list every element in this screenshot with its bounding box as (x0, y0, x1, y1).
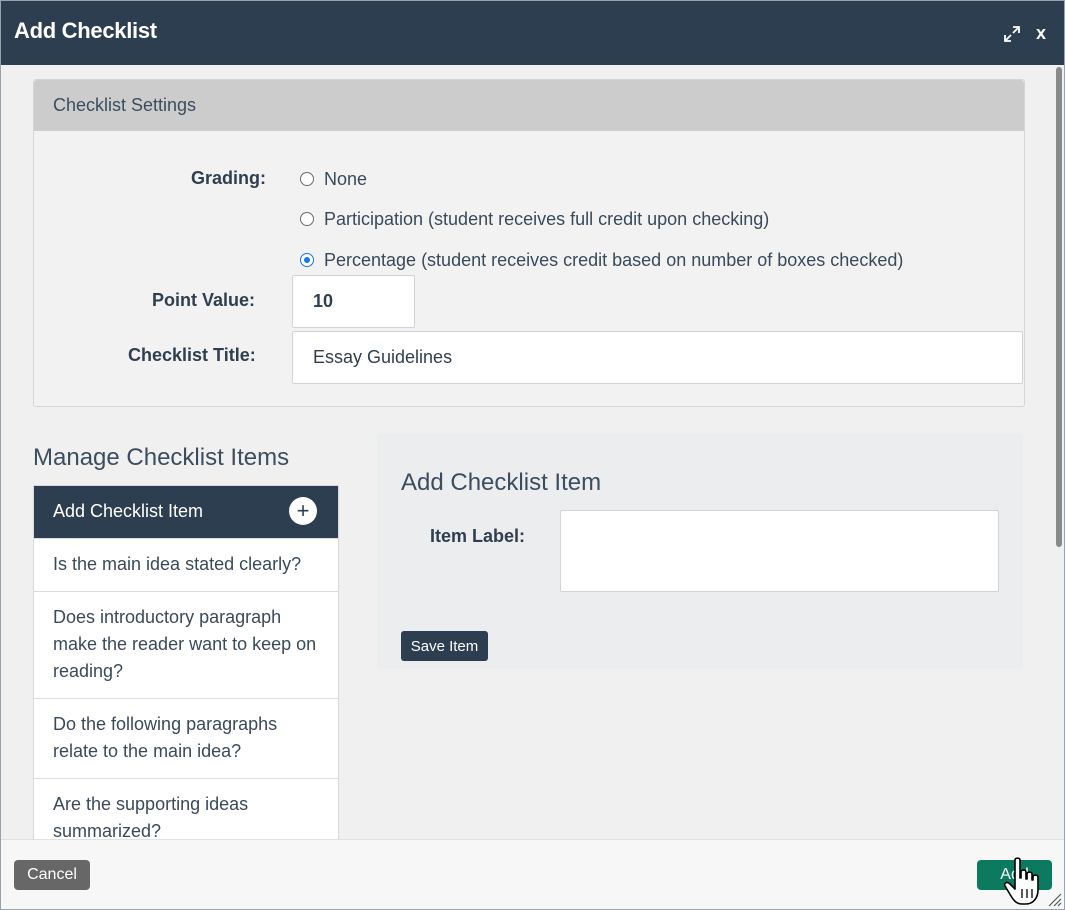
grading-option-label: Participation (student receives full cre… (324, 208, 770, 229)
add-checklist-dialog: Add Checklist x Checklist Settings Gradi… (0, 0, 1065, 910)
add-checklist-item-header-label: Add Checklist Item (53, 501, 204, 521)
cancel-button[interactable]: Cancel (14, 860, 90, 890)
expand-icon[interactable] (1003, 25, 1021, 43)
hand-cursor-icon (1003, 857, 1039, 905)
resize-handle-icon[interactable] (1046, 891, 1062, 907)
checklist-title-text: Essay Guidelines (313, 347, 453, 367)
grading-label: Grading: (191, 168, 266, 188)
dialog-footer: Cancel Add (1, 839, 1064, 909)
save-item-button[interactable]: Save Item (401, 631, 488, 661)
radio-participation[interactable] (300, 212, 314, 226)
checklist-title-input[interactable]: Essay Guidelines (292, 331, 1023, 384)
grading-option-percentage[interactable]: Percentage (student receives credit base… (300, 248, 903, 272)
list-item[interactable]: Does introductory paragraph make the rea… (34, 591, 338, 698)
add-item-panel: Add Checklist Item Item Label: Save Item (377, 433, 1023, 669)
settings-header: Checklist Settings (34, 80, 1024, 131)
add-item-plus-button[interactable]: + (289, 497, 317, 525)
settings-header-title: Checklist Settings (53, 95, 197, 115)
list-item[interactable]: Do the following paragraphs relate to th… (34, 698, 338, 778)
dialog-titlebar: Add Checklist x (1, 1, 1064, 65)
grading-option-label: None (324, 168, 368, 189)
checklist-settings-panel: Checklist Settings Grading: None Partici… (33, 79, 1025, 407)
scrollbar[interactable] (1053, 65, 1064, 839)
grading-option-label: Percentage (student receives credit base… (324, 249, 904, 270)
item-label-input[interactable] (560, 510, 999, 592)
point-value-label: Point Value: (152, 290, 256, 310)
close-icon[interactable]: x (1036, 23, 1046, 44)
point-value-text: 10 (313, 291, 334, 311)
item-label-label: Item Label: (430, 526, 526, 546)
checklist-title-label: Checklist Title: (128, 345, 256, 365)
add-item-heading: Add Checklist Item (401, 469, 602, 496)
list-item[interactable]: Is the main idea stated clearly? (34, 538, 338, 591)
manage-items-title: Manage Checklist Items (33, 444, 290, 471)
add-checklist-item-header[interactable]: Add Checklist Item + (34, 486, 338, 538)
checklist-items-list: Add Checklist Item + Is the main idea st… (33, 485, 339, 839)
list-item[interactable]: Are the supporting ideas summarized? (34, 778, 338, 839)
grading-option-none[interactable]: None (300, 167, 367, 191)
dialog-body: Checklist Settings Grading: None Partici… (1, 65, 1053, 839)
radio-percentage[interactable] (300, 253, 314, 267)
scroll-thumb[interactable] (1056, 67, 1062, 547)
dialog-title: Add Checklist (14, 18, 157, 43)
grading-option-participation[interactable]: Participation (student receives full cre… (300, 207, 769, 231)
radio-none[interactable] (300, 172, 314, 186)
point-value-input[interactable]: 10 (292, 275, 415, 328)
